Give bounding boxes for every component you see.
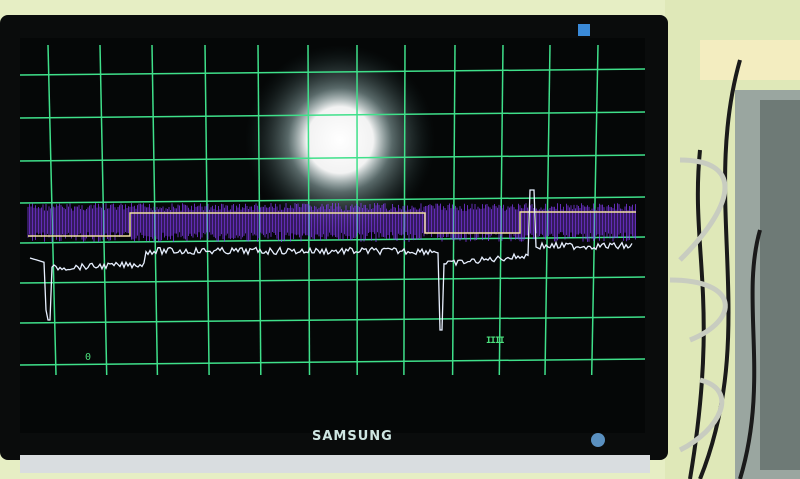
power-button[interactable] — [591, 433, 605, 447]
scope-marker-zero: 0 — [85, 352, 92, 363]
photo-scene — [0, 0, 800, 479]
brand-logo: SAMSUNG — [312, 429, 393, 444]
scope-marker-bars: IIII — [486, 336, 505, 346]
paper-stack — [700, 40, 800, 80]
monitor-base-strip — [20, 455, 650, 473]
energy-star-sticker — [578, 24, 590, 36]
pc-tower-side — [760, 100, 800, 470]
